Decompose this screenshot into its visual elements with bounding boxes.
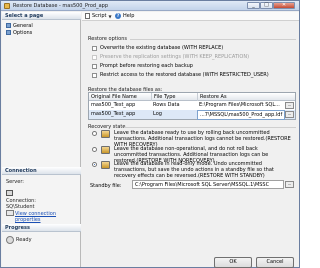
checkbox-label: Overwrite the existing database (WITH RE… — [100, 45, 224, 51]
help-button[interactable]: ? Help — [115, 13, 134, 19]
original-file-name: mas500_Test_app — [91, 111, 136, 117]
grid-header: Original File Name File Type Restore As — [89, 93, 295, 101]
server-label: Server: — [6, 179, 24, 185]
page-icon — [6, 23, 11, 28]
toolbar: Script ▼ ? Help — [82, 12, 299, 21]
page-icon — [6, 30, 11, 35]
restore-as[interactable]: ...7\MSSQL\mas500_Prod_app.ldf — [197, 110, 285, 120]
restrict-access-checkbox[interactable] — [92, 72, 97, 78]
table-row[interactable]: mas500_Test_app Log ...7\MSSQL\mas500_Pr… — [89, 110, 295, 120]
browse-button[interactable]: ... — [285, 111, 294, 118]
standby-option[interactable]: Leave the database in read-only mode. Un… — [92, 161, 292, 179]
script-button[interactable]: Script ▼ — [85, 13, 112, 19]
restore-database-dialog: Restore Database - mas500_Prod_app _ □ ✕… — [0, 0, 300, 268]
nav-item-label: Options — [13, 29, 33, 36]
database-icon — [4, 3, 10, 9]
files-grid: Original File Name File Type Restore As … — [88, 92, 296, 120]
progress-header: Progress — [2, 224, 81, 232]
minimize-button[interactable]: _ — [247, 2, 260, 9]
standby-radio[interactable] — [92, 162, 97, 167]
browse-button[interactable]: ... — [285, 102, 294, 109]
maximize-button[interactable]: □ — [260, 2, 273, 9]
checkbox-label: Preserve the replication settings (WITH … — [100, 54, 250, 60]
select-page-header: Select a page — [2, 12, 81, 20]
script-icon — [85, 13, 90, 19]
nav-item-options[interactable]: Options — [6, 29, 32, 36]
original-file-name: mas500_Test_app — [91, 102, 136, 108]
divider — [130, 39, 296, 40]
recovery-option-text: Leave the database in read-only mode. Un… — [114, 161, 274, 179]
properties-icon — [6, 210, 14, 216]
restrict-access-checkbox-row[interactable]: Restrict access to the restored database… — [92, 72, 269, 78]
help-label: Help — [123, 13, 135, 19]
close-button[interactable]: ✕ — [273, 2, 295, 9]
restore-options-header: Restore options — [88, 36, 127, 42]
checkbox-label: Prompt before restoring each backup — [100, 63, 193, 69]
prompt-checkbox-row[interactable]: Prompt before restoring each backup — [92, 63, 193, 69]
nav-item-general[interactable]: General — [6, 22, 33, 29]
database-icon — [101, 161, 110, 169]
cancel-button[interactable]: Cancel — [256, 257, 294, 268]
checkbox-label: Restrict access to the restored database… — [100, 72, 269, 78]
overwrite-checkbox-row[interactable]: Overwrite the existing database (WITH RE… — [92, 45, 223, 51]
keep-replication-checkbox[interactable] — [92, 54, 97, 60]
file-type: Log — [153, 111, 162, 117]
column-header[interactable]: Restore As — [197, 93, 295, 101]
norecovery-radio[interactable] — [92, 147, 97, 152]
file-type: Rows Data — [153, 102, 180, 108]
server-icon — [6, 190, 13, 196]
keep-replication-checkbox-row[interactable]: Preserve the replication settings (WITH … — [92, 54, 249, 60]
divider — [124, 127, 296, 128]
standby-file-label: Standby file: — [90, 183, 122, 189]
nav-item-label: General — [13, 22, 33, 29]
script-label: Script — [92, 13, 107, 19]
standby-file-input[interactable]: C:\Program Files\Microsoft SQL Server\MS… — [132, 180, 284, 189]
main-panel: Script ▼ ? Help Restore options Overwrit… — [82, 12, 299, 268]
recovery-radio[interactable] — [92, 131, 97, 136]
connection-header: Connection — [2, 167, 81, 175]
overwrite-checkbox[interactable] — [92, 45, 97, 51]
database-icon — [101, 130, 110, 138]
left-panel: Select a page General Options Connection… — [2, 12, 81, 267]
standby-browse-button[interactable]: ... — [285, 181, 294, 188]
table-row[interactable]: mas500_Test_app Rows Data E:\Program Fil… — [89, 101, 295, 110]
prompt-checkbox[interactable] — [92, 63, 97, 69]
column-header[interactable]: Original File Name — [89, 93, 151, 101]
view-connection-properties-link[interactable]: View connection properties — [15, 211, 80, 223]
database-icon — [101, 146, 110, 154]
window-title: Restore Database - mas500_Prod_app — [13, 3, 109, 9]
help-icon: ? — [115, 13, 121, 19]
column-header[interactable]: File Type — [151, 93, 197, 101]
ok-button[interactable]: OK — [214, 257, 252, 268]
restore-as[interactable]: E:\Program Files\Microsoft SQL... — [197, 101, 285, 109]
progress-icon — [6, 236, 14, 244]
title-bar[interactable]: Restore Database - mas500_Prod_app _ □ ✕ — [1, 1, 299, 11]
chevron-down-icon: ▼ — [108, 13, 112, 19]
progress-status: Ready — [16, 237, 32, 243]
